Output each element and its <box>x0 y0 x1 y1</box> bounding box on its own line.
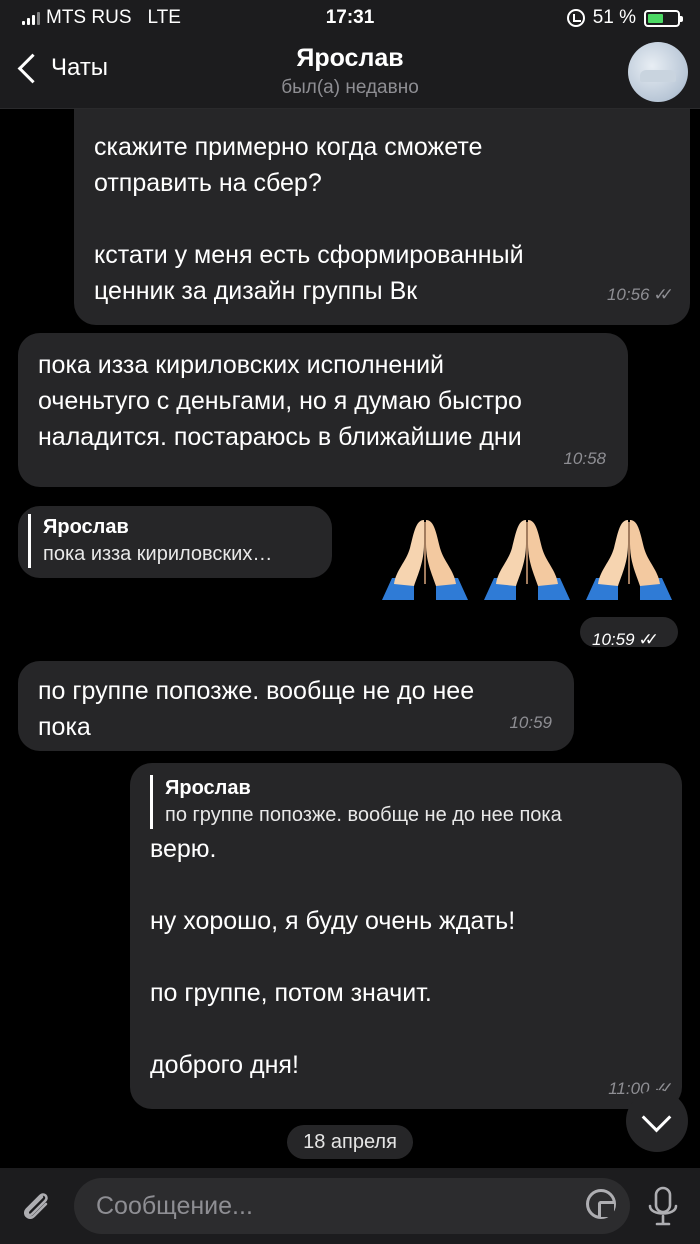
message-meta: 10:58 <box>563 441 606 477</box>
status-bar: MTS RUS LTE 17:31 51 % <box>0 0 700 36</box>
folded-hands-emoji <box>484 520 570 600</box>
orientation-lock-icon <box>566 9 585 27</box>
reply-text: по группе попозже. вообще не до нее пока <box>165 804 562 826</box>
message-bubble-outgoing[interactable]: Ярослав по группе попозже. вообще не до … <box>130 763 682 1109</box>
message-bubble-incoming[interactable]: пока изза кириловских исполнений оченьту… <box>18 333 628 487</box>
battery-icon <box>644 9 683 27</box>
message-meta: 10:59 ✓✓ <box>592 622 659 658</box>
message-composer: Сообщение... <box>0 1168 700 1244</box>
status-right: 51 % <box>566 7 683 29</box>
reply-text: пока изза кириловских… <box>43 543 273 565</box>
sticker-icon[interactable] <box>586 1189 616 1219</box>
battery-level <box>648 13 664 23</box>
reply-author: Ярослав <box>165 777 251 799</box>
message-text: верю. ну хорошо, я буду очень ждать! по … <box>150 835 516 1079</box>
chat-header: Чаты Ярослав был(а) недавно <box>0 36 700 109</box>
message-input[interactable]: Сообщение... <box>74 1178 630 1234</box>
message-time: 10:59 <box>509 713 552 732</box>
battery-percent: 51 % <box>592 7 636 28</box>
folded-hands-emoji <box>586 520 672 600</box>
message-text: скажите примерно когда сможете отправить… <box>94 133 524 305</box>
message-input-placeholder: Сообщение... <box>96 1192 253 1220</box>
reply-preview[interactable]: Ярослав пока изза кириловских… <box>18 506 332 578</box>
folded-hands-emoji <box>382 520 468 600</box>
message-bubble-outgoing[interactable]: скажите примерно когда сможете отправить… <box>74 109 690 325</box>
message-time: 10:59 <box>592 630 635 649</box>
message-meta: 10:56 ✓✓ <box>606 277 674 313</box>
paperclip-icon[interactable] <box>18 1188 54 1224</box>
message-bubble-incoming[interactable]: по группе попозже. вообще не до нее пока… <box>18 661 574 751</box>
message-text: пока изза кириловских исполнений оченьту… <box>38 351 522 451</box>
emoji-time-chip: 10:59 ✓✓ <box>580 617 678 649</box>
chat-title[interactable]: Ярослав <box>0 44 700 73</box>
avatar[interactable] <box>628 42 688 102</box>
double-check-icon: ✓✓ <box>638 630 659 649</box>
date-separator: 18 апреля <box>287 1125 413 1159</box>
scroll-to-bottom-button[interactable] <box>626 1090 688 1152</box>
message-time: 10:58 <box>563 449 606 468</box>
message-time: 10:56 <box>606 285 650 304</box>
double-check-icon: ✓✓ <box>653 285 674 304</box>
reply-quote: Ярослав пока изза кириловских… <box>28 514 322 568</box>
message-meta: 10:59 <box>509 705 552 741</box>
last-seen-status: был(а) недавно <box>281 77 419 98</box>
reply-author: Ярослав <box>43 516 129 538</box>
message-list[interactable]: скажите примерно когда сможете отправить… <box>0 109 700 1167</box>
chevron-down-icon <box>641 1102 672 1133</box>
emoji-message[interactable] <box>380 514 674 606</box>
reply-quote: Ярослав по группе попозже. вообще не до … <box>150 775 662 829</box>
message-text: по группе попозже. вообще не до нее пока <box>38 677 475 741</box>
microphone-icon[interactable] <box>646 1186 680 1228</box>
